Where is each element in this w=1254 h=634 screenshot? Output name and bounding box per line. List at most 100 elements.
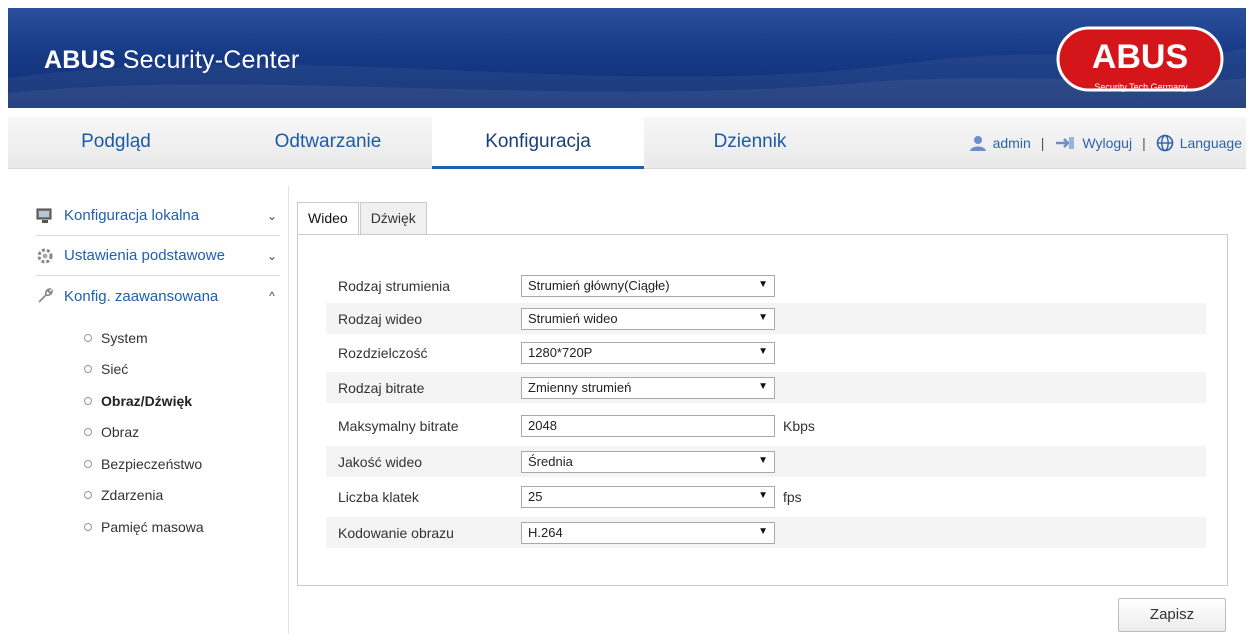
- stream-type-select[interactable]: Strumień główny(Ciągłe) ▼: [521, 274, 775, 297]
- sidebar-item-pamiec-masowa[interactable]: Pamięć masowa: [36, 511, 280, 543]
- field-label: Liczba klatek: [338, 488, 419, 505]
- field-row: Jakość wideo Średnia ▼: [326, 446, 1206, 477]
- logo-tagline: Security Tech Germany: [1094, 82, 1188, 92]
- sidebar-item-label: Bezpieczeństwo: [101, 455, 203, 472]
- dropdown-arrow-icon: ▼: [758, 345, 768, 357]
- save-button[interactable]: Zapisz: [1118, 598, 1226, 632]
- gear-icon: [37, 248, 53, 263]
- content-tabs: Wideo Dźwięk: [297, 202, 428, 235]
- nav-tab-konfiguracja[interactable]: Konfiguracja: [432, 117, 644, 169]
- sidebar-item-label: Pamięć masowa: [101, 518, 204, 535]
- select-value: Zmienny strumień: [528, 380, 632, 395]
- sidebar-item-system[interactable]: System: [36, 322, 280, 354]
- sidebar-divider: [288, 186, 289, 634]
- select-value: Strumień główny(Ciągłe): [528, 278, 670, 293]
- field-row: Liczba klatek 25 ▼ fps: [326, 481, 1206, 512]
- unit-label: Kbps: [783, 417, 815, 434]
- chevron-down-icon: ⌄: [266, 208, 278, 223]
- field-label: Rodzaj wideo: [338, 310, 423, 327]
- logout-icon: [1056, 137, 1075, 149]
- sidebar-section-ustawienia-podstawowe[interactable]: Ustawienia podstawowe ⌄: [36, 236, 280, 276]
- separator: |: [1142, 135, 1146, 151]
- field-label: Rodzaj bitrate: [338, 379, 425, 396]
- nav-tab-podglad[interactable]: Podgląd: [8, 117, 224, 169]
- app-header: ABUS Security-Center ABUS Security Tech …: [8, 8, 1246, 108]
- video-type-select[interactable]: Strumień wideo ▼: [521, 307, 775, 330]
- bullet-icon: [84, 396, 92, 405]
- dropdown-arrow-icon: ▼: [758, 489, 768, 501]
- sidebar-item-label: Obraz/Dźwięk: [101, 392, 193, 409]
- user-area: admin | Wyloguj | Language: [969, 117, 1242, 169]
- sidebar-item-label: Zdarzenia: [101, 487, 164, 504]
- config-sidebar: Konfiguracja lokalna ⌄ Ustawienia podsta…: [36, 196, 280, 543]
- sidebar-item-label: Obraz: [101, 424, 140, 441]
- language-link[interactable]: Language: [1180, 117, 1242, 169]
- sidebar-item-label: System: [101, 329, 148, 346]
- sidebar-item-obraz[interactable]: Obraz: [36, 417, 280, 449]
- tab-dzwiek[interactable]: Dźwięk: [359, 202, 427, 235]
- main-nav: Podgląd Odtwarzanie Konfiguracja Dzienni…: [8, 117, 1246, 169]
- field-label: Rodzaj strumienia: [338, 277, 451, 294]
- field-row: Maksymalny bitrate 2048 Kbps: [326, 410, 1206, 441]
- select-value: 1280*720P: [528, 345, 593, 360]
- field-label: Rozdzielczość: [338, 344, 428, 361]
- bullet-icon: [84, 428, 92, 437]
- field-row: Rodzaj wideo Strumień wideo ▼: [326, 303, 1206, 334]
- bullet-icon: [84, 365, 92, 374]
- dropdown-arrow-icon: ▼: [758, 278, 768, 290]
- sidebar-item-obraz-dzwiek[interactable]: Obraz/Dźwięk: [36, 385, 280, 417]
- chevron-down-icon: ⌄: [266, 248, 278, 263]
- chevron-up-icon: ^: [269, 289, 275, 303]
- resolution-select[interactable]: 1280*720P ▼: [521, 341, 775, 364]
- bullet-icon: [84, 459, 92, 468]
- field-label: Jakość wideo: [338, 453, 423, 470]
- encoding-select[interactable]: H.264 ▼: [521, 521, 775, 544]
- bullet-icon: [84, 522, 92, 531]
- tab-wideo[interactable]: Wideo: [297, 202, 359, 235]
- video-settings-panel: Rodzaj strumienia Strumień główny(Ciągłe…: [297, 234, 1228, 586]
- select-value: Średnia: [528, 454, 573, 469]
- page-root: ABUS Security-Center ABUS Security Tech …: [0, 0, 1254, 634]
- wrench-icon: [38, 288, 53, 303]
- dropdown-arrow-icon: ▼: [758, 380, 768, 392]
- select-value: Strumień wideo: [528, 311, 618, 326]
- sidebar-sublist: System Sieć Obraz/Dźwięk Obraz Bezpiecze…: [36, 316, 280, 543]
- sidebar-section-label: Konfig. zaawansowana: [64, 287, 219, 305]
- nav-tab-dziennik[interactable]: Dziennik: [644, 117, 856, 169]
- user-name[interactable]: admin: [993, 117, 1031, 169]
- max-bitrate-input[interactable]: 2048: [521, 414, 775, 437]
- frame-rate-select[interactable]: 25 ▼: [521, 485, 775, 508]
- sidebar-section-konfiguracja-lokalna[interactable]: Konfiguracja lokalna ⌄: [36, 196, 280, 236]
- field-label: Kodowanie obrazu: [338, 524, 454, 541]
- sidebar-section-label: Konfiguracja lokalna: [64, 207, 200, 224]
- sidebar-section-konfig-zaawansowana[interactable]: Konfig. zaawansowana ^: [36, 276, 280, 316]
- video-quality-select[interactable]: Średnia ▼: [521, 450, 775, 473]
- nav-tab-odtwarzanie[interactable]: Odtwarzanie: [224, 117, 432, 169]
- user-icon: [969, 136, 986, 151]
- monitor-icon: [36, 208, 52, 223]
- field-row: Rozdzielczość 1280*720P ▼: [326, 337, 1206, 368]
- sidebar-item-label: Sieć: [101, 361, 129, 378]
- app-title: ABUS Security-Center: [44, 46, 300, 74]
- select-value: 25: [528, 489, 543, 504]
- unit-label: fps: [783, 488, 802, 505]
- field-row: Rodzaj bitrate Zmienny strumień ▼: [326, 372, 1206, 403]
- dropdown-arrow-icon: ▼: [758, 454, 768, 466]
- dropdown-arrow-icon: ▼: [758, 311, 768, 323]
- bullet-icon: [84, 491, 92, 500]
- select-value: H.264: [528, 525, 563, 540]
- sidebar-item-zdarzenia[interactable]: Zdarzenia: [36, 480, 280, 512]
- sidebar-item-siec[interactable]: Sieć: [36, 354, 280, 386]
- bitrate-type-select[interactable]: Zmienny strumień ▼: [521, 376, 775, 399]
- sidebar-item-bezpieczenstwo[interactable]: Bezpieczeństwo: [36, 448, 280, 480]
- globe-icon: [1156, 134, 1174, 152]
- dropdown-arrow-icon: ▼: [758, 525, 768, 537]
- field-row: Kodowanie obrazu H.264 ▼: [326, 517, 1206, 548]
- logout-link[interactable]: Wyloguj: [1082, 117, 1132, 169]
- separator: |: [1040, 135, 1045, 151]
- logo-text: ABUS: [1092, 38, 1188, 76]
- sidebar-section-label: Ustawienia podstawowe: [64, 247, 225, 264]
- field-label: Maksymalny bitrate: [338, 417, 459, 434]
- bullet-icon: [84, 333, 92, 342]
- field-row: Rodzaj strumienia Strumień główny(Ciągłe…: [326, 270, 1206, 301]
